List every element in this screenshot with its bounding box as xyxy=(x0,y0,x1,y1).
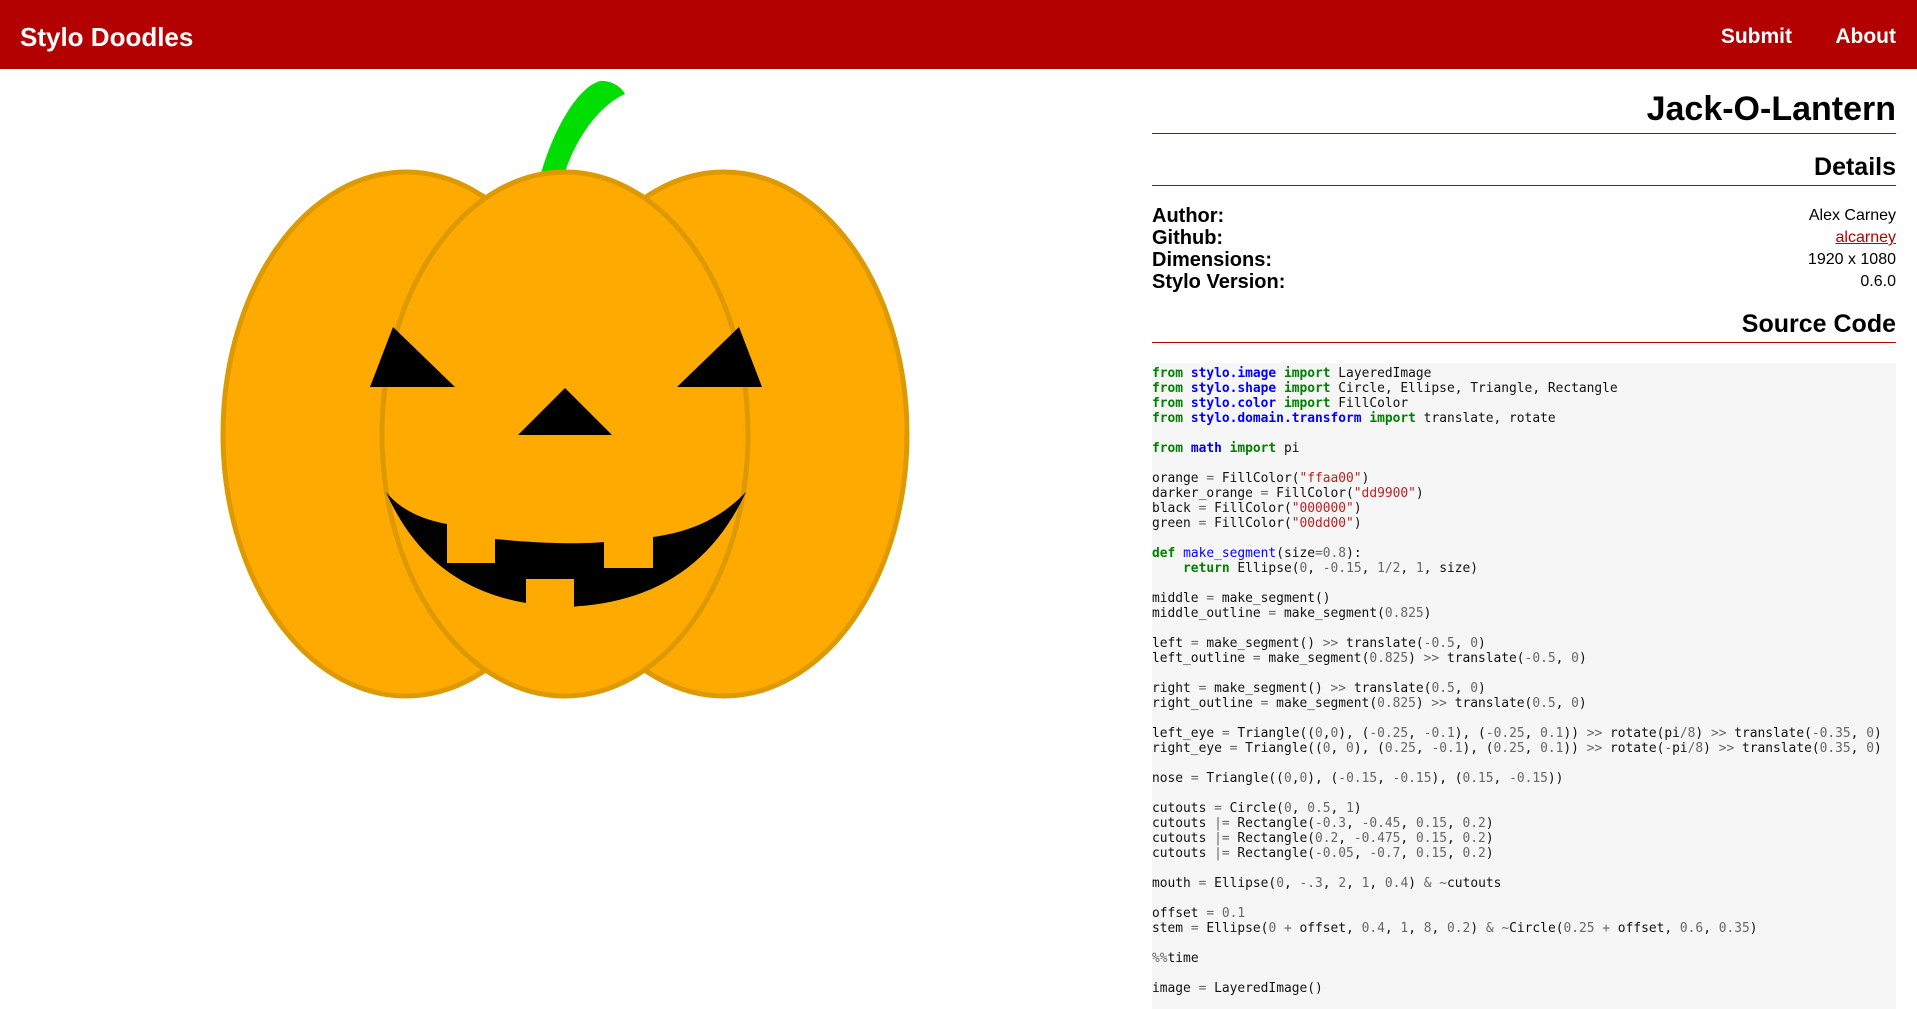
code-line: right_eye = Triangle((0, 0), (0.25, -0.1… xyxy=(1152,741,1882,756)
code-line: left = make_segment() >> translate(-0.5,… xyxy=(1152,636,1486,651)
code-line: green = FillColor("00dd00") xyxy=(1152,516,1362,531)
code-line: ​ xyxy=(1152,621,1896,636)
source-code-heading: Source Code xyxy=(1152,308,1896,343)
code-line: from stylo.domain.transform import trans… xyxy=(1152,411,1556,426)
code-line: left_outline = make_segment(0.825) >> tr… xyxy=(1152,651,1587,666)
source-code-block[interactable]: from stylo.image import LayeredImage from… xyxy=(1152,363,1896,1009)
code-line: ​ xyxy=(1152,531,1896,546)
code-line: ​ xyxy=(1152,576,1896,591)
code-line: left_eye = Triangle((0,0), (-0.25, -0.1)… xyxy=(1152,726,1882,741)
detail-row-stylo-version: Stylo Version: 0.6.0 xyxy=(1152,271,1896,293)
code-line: ​ xyxy=(1152,666,1896,681)
stylo-version-value: 0.6.0 xyxy=(1860,273,1896,290)
code-line: ​ xyxy=(1152,861,1896,876)
detail-label: Github: xyxy=(1152,226,1224,249)
details-list: Author: Alex Carney Github: alcarney Dim… xyxy=(1152,205,1896,293)
nav-submit-link[interactable]: Submit xyxy=(1721,25,1792,49)
code-line: mouth = Ellipse(0, -.3, 2, 1, 0.4) & ~cu… xyxy=(1152,876,1502,891)
detail-row-author: Author: Alex Carney xyxy=(1152,205,1896,227)
detail-label: Stylo Version: xyxy=(1152,270,1286,293)
dimensions-value: 1920 x 1080 xyxy=(1807,251,1896,268)
code-line: from stylo.image import LayeredImage xyxy=(1152,366,1432,381)
code-line: ​ xyxy=(1152,426,1896,441)
detail-label: Author: xyxy=(1152,204,1225,227)
jack-o-lantern-image xyxy=(220,80,910,699)
code-line: ​ xyxy=(1152,456,1896,471)
doodle-info-panel: Jack-O-Lantern Details Author: Alex Carn… xyxy=(1152,69,1896,1009)
nav-about-link[interactable]: About xyxy=(1835,25,1896,49)
code-line: ​ xyxy=(1152,996,1896,1009)
mouth-lower-tooth-gap xyxy=(526,579,574,609)
github-value: alcarney xyxy=(1836,229,1896,247)
code-line: ​ xyxy=(1152,756,1896,771)
code-line: cutouts |= Rectangle(-0.05, -0.7, 0.15, … xyxy=(1152,846,1494,861)
details-heading: Details xyxy=(1152,151,1896,186)
code-line: black = FillColor("000000") xyxy=(1152,501,1362,516)
code-line: offset = 0.1 xyxy=(1152,906,1246,921)
github-link[interactable]: alcarney xyxy=(1836,229,1896,246)
detail-label: Dimensions: xyxy=(1152,248,1273,271)
code-line: ​ xyxy=(1152,891,1896,906)
brand-link[interactable]: Stylo Doodles xyxy=(20,22,193,53)
code-line: stem = Ellipse(0 + offset, 0.4, 1, 8, 0.… xyxy=(1152,921,1758,936)
code-line: ​ xyxy=(1152,711,1896,726)
author-value: Alex Carney xyxy=(1808,207,1896,224)
code-line: cutouts |= Rectangle(0.2, -0.475, 0.15, … xyxy=(1152,831,1494,846)
code-line: orange = FillColor("ffaa00") xyxy=(1152,471,1370,486)
code-line: from stylo.shape import Circle, Ellipse,… xyxy=(1152,381,1618,396)
detail-row-dimensions: Dimensions: 1920 x 1080 xyxy=(1152,249,1896,271)
code-line: cutouts = Circle(0, 0.5, 1) xyxy=(1152,801,1362,816)
detail-row-github: Github: alcarney xyxy=(1152,227,1896,249)
code-line: ​ xyxy=(1152,936,1896,951)
code-line: %%time xyxy=(1152,951,1199,966)
pumpkin-stem xyxy=(540,80,625,179)
code-line: right = make_segment() >> translate(0.5,… xyxy=(1152,681,1486,696)
code-line: from stylo.color import FillColor xyxy=(1152,396,1409,411)
code-line: middle = make_segment() xyxy=(1152,591,1331,606)
code-line: from math import pi xyxy=(1152,441,1300,456)
code-line: image = LayeredImage() xyxy=(1152,981,1323,996)
code-line: ​ xyxy=(1152,786,1896,801)
code-line: right_outline = make_segment(0.825) >> t… xyxy=(1152,696,1587,711)
code-line: cutouts |= Rectangle(-0.3, -0.45, 0.15, … xyxy=(1152,816,1494,831)
code-line: nose = Triangle((0,0), (-0.15, -0.15), (… xyxy=(1152,771,1564,786)
doodle-title: Jack-O-Lantern xyxy=(1152,89,1896,134)
top-navbar: Stylo Doodles Submit About xyxy=(0,0,1917,69)
doodle-canvas xyxy=(0,69,1140,1009)
code-line: return Ellipse(0, -0.15, 1/2, 1, size) xyxy=(1183,561,1479,576)
code-line: ​ xyxy=(1152,966,1896,981)
code-line: def make_segment(size=0.8): xyxy=(1152,546,1362,561)
code-line: middle_outline = make_segment(0.825) xyxy=(1152,606,1432,621)
code-line: darker_orange = FillColor("dd9900") xyxy=(1152,486,1424,501)
